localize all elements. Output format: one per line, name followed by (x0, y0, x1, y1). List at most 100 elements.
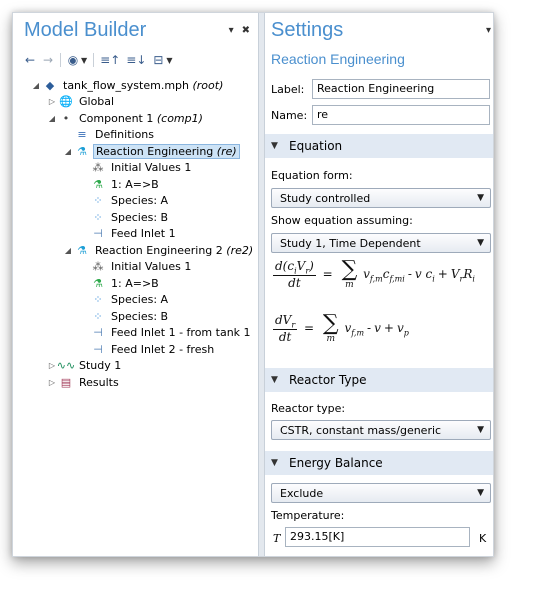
tree-root[interactable]: ◢ ◆ tank_flow_system.mph (root) (31, 77, 225, 93)
equation-volume-balance: dVr dt = ∑ m vf,m - v + vp (273, 311, 409, 345)
tree-item-label: 1: A=>B (109, 177, 161, 192)
back-arrow-icon[interactable]: ← (24, 52, 36, 68)
expand-arrow-icon[interactable]: ▷ (47, 378, 57, 387)
tree-reaction-engineering-2[interactable]: ◢ ⚗ Reaction Engineering 2 (re2) (63, 242, 255, 258)
tree-feed-inlet[interactable]: ⊣ Feed Inlet 1 (79, 226, 178, 242)
tree-item-text: Results (79, 375, 119, 389)
energy-balance-select[interactable]: Exclude ▼ (271, 483, 491, 503)
equation-form-select[interactable]: Study controlled ▼ (271, 188, 491, 208)
reactor-type-value: CSTR, constant mass/generic (280, 423, 442, 437)
tree-species-a-2[interactable]: ⁘ Species: A (79, 292, 170, 308)
tree-item-label: Feed Inlet 2 - fresh (109, 342, 216, 357)
model-builder-controls: ▾ ✖ (229, 25, 250, 36)
name-input[interactable]: re (312, 105, 490, 125)
expand-arrow-icon[interactable]: ▷ (47, 97, 57, 106)
temperature-symbol: T (273, 532, 281, 545)
move-down-icon[interactable]: ≡↓ (126, 52, 146, 68)
initial-values-icon: ⁂ (92, 161, 104, 174)
tree-item-text: Feed Inlet 1 (111, 227, 176, 240)
tree-initial-values-2[interactable]: ⁂ Initial Values 1 (79, 259, 193, 275)
tree-item-text: Species: A (111, 293, 169, 306)
tree-item-label: 1: A=>B (109, 276, 161, 291)
flask-icon: ⚗ (77, 243, 87, 257)
feed-inlet-icon: ⊣ (93, 227, 103, 240)
comsol-window: Model Builder ▾ ✖ ← → ◉ ▼ ≡↑ ≡↓ ⊟ ▼ ◢ ◆ tank… (12, 12, 494, 557)
pane-menu-chevron-icon[interactable]: ▾ (486, 25, 491, 36)
tree-study[interactable]: ▷ ∿∿ Study 1 (47, 358, 123, 374)
tree-item-text: Reaction Engineering (96, 144, 214, 158)
section-reactor-type-title: Reactor Type (289, 373, 367, 387)
tree-item-label: Reaction Engineering 2 (re2) (93, 243, 255, 258)
temperature-input[interactable]: 293.15[K] (285, 527, 470, 547)
root-icon: ◆ (45, 78, 55, 92)
tree-species-b[interactable]: ⁘ Species: B (79, 209, 170, 225)
globe-icon: 🌐 (59, 95, 73, 108)
tree-item-text: 1: A=>B (111, 177, 159, 191)
tree-item-label: Feed Inlet 1 - from tank 1 (109, 325, 253, 340)
tree-reaction[interactable]: ⚗ 1: A=>B (79, 176, 161, 192)
tree-results[interactable]: ▷ ▤ Results (47, 374, 121, 390)
section-equation[interactable]: ▼ Equation (265, 134, 493, 158)
pane-divider[interactable] (258, 13, 265, 556)
dropdown-chevron-icon: ▼ (477, 238, 484, 248)
label-field-label: Label: (271, 83, 305, 96)
collapse-arrow-icon[interactable]: ◢ (47, 114, 57, 123)
tree-item-label: Reaction Engineering (re) (93, 143, 240, 159)
tree-item-label: Results (77, 375, 121, 390)
tree-item-label: Initial Values 1 (109, 160, 193, 175)
reactor-type-label: Reactor type: (271, 402, 346, 415)
section-energy-balance[interactable]: ▼ Energy Balance (265, 451, 493, 475)
feed-inlet-icon: ⊣ (93, 326, 103, 339)
tree-item-label: Species: B (109, 309, 170, 324)
close-icon[interactable]: ✖ (242, 25, 250, 36)
initial-values-icon: ⁂ (92, 260, 104, 273)
tree-view-dropdown-chevron-icon[interactable]: ▼ (166, 56, 172, 65)
section-equation-title: Equation (289, 139, 343, 153)
model-builder-title: Model Builder (24, 19, 147, 41)
tree-item-label: Component 1 (comp1) (77, 111, 205, 126)
section-reactor-type[interactable]: ▼ Reactor Type (265, 368, 493, 392)
tree-item-text: Initial Values 1 (111, 260, 192, 273)
tree-item-label: tank_flow_system.mph (root) (61, 78, 225, 93)
tree-item-label: Species: B (109, 210, 170, 225)
tree-species-b-2[interactable]: ⁘ Species: B (79, 308, 170, 324)
label-input[interactable]: Reaction Engineering (312, 79, 490, 99)
show-equation-select[interactable]: Study 1, Time Dependent ▼ (271, 233, 491, 253)
definitions-icon: ≡ (77, 128, 87, 141)
show-equation-value: Study 1, Time Dependent (280, 236, 421, 250)
forward-arrow-icon[interactable]: → (42, 52, 54, 68)
energy-balance-value: Exclude (280, 486, 324, 500)
tree-item-text: Study 1 (79, 359, 122, 372)
eye-icon[interactable]: ◉ (67, 52, 79, 68)
tree-reaction-engineering[interactable]: ◢ ⚗ Reaction Engineering (re) (63, 143, 240, 159)
tree-initial-values[interactable]: ⁂ Initial Values 1 (79, 160, 193, 176)
pane-menu-chevron-icon[interactable]: ▾ (229, 25, 234, 36)
tree-reaction-2[interactable]: ⚗ 1: A=>B (79, 275, 161, 291)
move-up-icon[interactable]: ≡↑ (100, 52, 120, 68)
tree-feed-inlet-from-tank[interactable]: ⊣ Feed Inlet 1 - from tank 1 (79, 325, 253, 341)
expand-arrow-icon[interactable]: ▷ (47, 361, 57, 370)
tree-global[interactable]: ▷ 🌐 Global (47, 94, 116, 110)
tree-item-text: Definitions (95, 128, 154, 141)
tree-item-label: Definitions (93, 127, 156, 142)
collapse-arrow-icon[interactable]: ◢ (31, 81, 41, 90)
collapse-arrow-icon[interactable]: ◢ (63, 246, 73, 255)
equation-mass-balance: d(ciVr) dt = ∑ m vf,mcf,mi - v ci + VrRi (273, 257, 475, 291)
study-icon: ∿∿ (56, 359, 76, 372)
eye-dropdown-chevron-icon[interactable]: ▼ (81, 56, 87, 65)
tree-definitions[interactable]: ≡ Definitions (63, 127, 156, 143)
reactor-type-select[interactable]: CSTR, constant mass/generic ▼ (271, 420, 491, 440)
tree-feed-inlet-fresh[interactable]: ⊣ Feed Inlet 2 - fresh (79, 341, 216, 357)
tree-item-label: Initial Values 1 (109, 259, 193, 274)
tree-item-text: Global (79, 95, 115, 108)
dropdown-chevron-icon: ▼ (477, 425, 484, 435)
tree-species-a[interactable]: ⁘ Species: A (79, 193, 170, 209)
model-builder-toolbar: ← → ◉ ▼ ≡↑ ≡↓ ⊟ ▼ (24, 51, 173, 69)
section-energy-balance-title: Energy Balance (289, 456, 383, 470)
tree-view-icon[interactable]: ⊟ (152, 52, 164, 68)
settings-pane: Settings ▾ Reaction Engineering Label: R… (265, 13, 493, 556)
section-collapse-chevron-icon: ▼ (271, 375, 278, 385)
collapse-arrow-icon[interactable]: ◢ (63, 147, 73, 156)
dropdown-chevron-icon: ▼ (477, 488, 484, 498)
tree-component[interactable]: ◢ • Component 1 (comp1) (47, 110, 205, 126)
